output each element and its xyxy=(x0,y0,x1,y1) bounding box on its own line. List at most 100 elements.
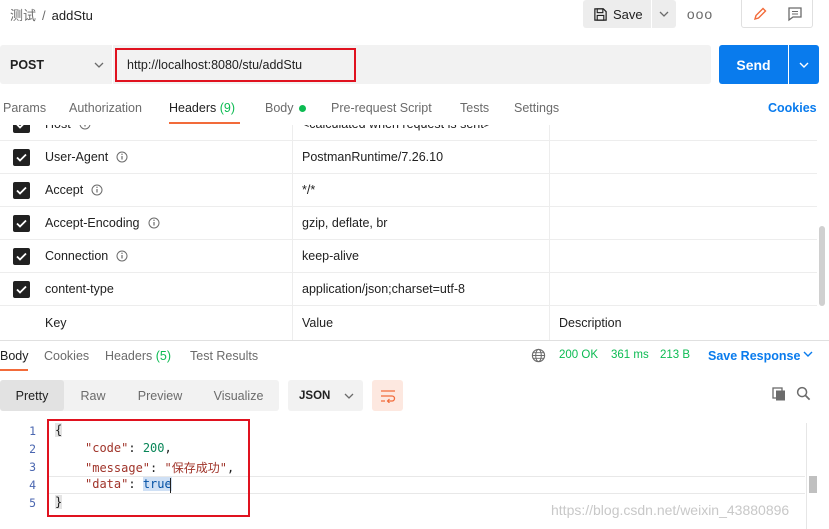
pencil-icon xyxy=(753,7,766,20)
header-key[interactable]: Connection xyxy=(45,249,128,263)
new-value-placeholder[interactable]: Value xyxy=(302,316,333,330)
save-response-button[interactable]: Save Response xyxy=(708,349,800,363)
globe-icon[interactable] xyxy=(531,348,546,363)
new-description-placeholder[interactable]: Description xyxy=(559,316,622,330)
chevron-down-icon[interactable] xyxy=(803,351,813,357)
line-number: 1 xyxy=(29,424,36,438)
request-name[interactable]: addStu xyxy=(52,8,93,23)
tab-tests[interactable]: Tests xyxy=(460,101,489,115)
response-tab-test-results[interactable]: Test Results xyxy=(190,349,258,363)
code-scrollbar-thumb[interactable] xyxy=(809,476,817,493)
view-pretty-button[interactable]: Pretty xyxy=(0,380,64,411)
method-label: POST xyxy=(10,57,45,72)
header-key[interactable]: Accept xyxy=(45,183,103,197)
info-icon[interactable] xyxy=(116,151,128,163)
format-label: JSON xyxy=(299,389,331,402)
check-icon xyxy=(16,285,27,294)
headers-table: Host <calculated when request is sent> Use… xyxy=(0,125,829,340)
view-preview-button[interactable]: Preview xyxy=(122,380,198,411)
header-row[interactable]: Accept */* xyxy=(0,174,817,207)
header-key[interactable]: content-type xyxy=(45,282,114,296)
tab-headers-label: Headers xyxy=(169,101,217,115)
info-icon[interactable] xyxy=(91,184,103,196)
header-checkbox[interactable] xyxy=(13,215,30,232)
view-visualize-button[interactable]: Visualize xyxy=(198,380,279,411)
header-key-text: User-Agent xyxy=(45,150,109,164)
response-tab-cookies[interactable]: Cookies xyxy=(44,349,89,363)
new-key-placeholder[interactable]: Key xyxy=(45,316,67,330)
wrap-icon xyxy=(380,389,395,403)
tab-headers-count: (9) xyxy=(219,101,236,115)
wrap-lines-button[interactable] xyxy=(372,380,403,411)
header-row[interactable]: Connection keep-alive xyxy=(0,240,817,273)
breadcrumb: 测试 / addStu xyxy=(10,5,93,24)
tab-settings[interactable]: Settings xyxy=(514,101,559,115)
header-row[interactable]: User-Agent PostmanRuntime/7.26.10 xyxy=(0,141,817,174)
header-value[interactable]: keep-alive xyxy=(302,249,359,263)
header-checkbox[interactable] xyxy=(13,182,30,199)
chevron-down-icon xyxy=(344,393,354,399)
breadcrumb-parent[interactable]: 测试 xyxy=(10,8,36,23)
header-checkbox[interactable] xyxy=(13,248,30,265)
header-value[interactable]: application/json;charset=utf-8 xyxy=(302,282,465,296)
header-key[interactable]: Host xyxy=(45,125,91,131)
check-icon xyxy=(16,125,24,129)
tab-authorization[interactable]: Authorization xyxy=(69,101,142,115)
line-number: 3 xyxy=(29,460,36,474)
header-checkbox[interactable] xyxy=(13,281,30,298)
header-checkbox[interactable] xyxy=(13,149,30,166)
tab-headers[interactable]: Headers (9) xyxy=(169,101,235,115)
header-row[interactable]: Accept-Encoding gzip, deflate, br xyxy=(0,207,817,240)
url-value: http://localhost:8080/stu/addStu xyxy=(127,58,303,72)
url-input[interactable]: http://localhost:8080/stu/addStu xyxy=(115,48,356,82)
view-raw-button[interactable]: Raw xyxy=(64,380,122,411)
send-dropdown[interactable] xyxy=(789,45,819,84)
save-dropdown[interactable] xyxy=(652,0,676,28)
response-size[interactable]: 213 B xyxy=(660,349,690,361)
send-button[interactable]: Send xyxy=(719,45,788,84)
line-number: 5 xyxy=(29,496,36,510)
status-code[interactable]: 200 OK xyxy=(559,349,598,361)
chevron-down-icon xyxy=(659,11,669,17)
header-checkbox[interactable] xyxy=(13,125,30,133)
cookies-link[interactable]: Cookies xyxy=(768,101,817,115)
comments-button[interactable] xyxy=(778,0,812,27)
chevron-down-icon xyxy=(799,62,809,68)
info-icon[interactable] xyxy=(148,217,160,229)
header-key-text: Connection xyxy=(45,249,109,263)
header-key[interactable]: User-Agent xyxy=(45,150,128,164)
header-value[interactable]: gzip, deflate, br xyxy=(302,216,387,230)
copy-icon[interactable] xyxy=(771,386,787,402)
header-value[interactable]: <calculated when request is sent> xyxy=(302,125,491,131)
header-new-row[interactable]: Key Value Description xyxy=(0,307,817,340)
header-value[interactable]: */* xyxy=(302,183,315,197)
response-headers-count: (5) xyxy=(155,349,172,363)
format-select[interactable]: JSON xyxy=(288,380,363,411)
response-tab-headers[interactable]: Headers (5) xyxy=(105,349,171,363)
save-button[interactable]: Save xyxy=(583,0,651,28)
edit-docs-button[interactable] xyxy=(742,0,777,27)
tab-body[interactable]: Body xyxy=(265,101,294,115)
active-tab-indicator xyxy=(169,122,240,124)
header-row[interactable]: Host <calculated when request is sent> xyxy=(0,125,817,141)
response-tab-body[interactable]: Body xyxy=(0,349,29,363)
headers-scrollbar[interactable] xyxy=(819,226,825,306)
body-modified-dot xyxy=(299,105,306,112)
header-key-text: Accept-Encoding xyxy=(45,216,140,230)
response-time[interactable]: 361 ms xyxy=(611,349,649,361)
tab-prerequest-script[interactable]: Pre-request Script xyxy=(331,101,432,115)
search-icon[interactable] xyxy=(796,386,811,401)
header-key-text: Accept xyxy=(45,183,84,197)
header-key-text: content-type xyxy=(45,282,114,296)
header-value[interactable]: PostmanRuntime/7.26.10 xyxy=(302,150,443,164)
method-select[interactable]: POST xyxy=(0,45,112,84)
breadcrumb-separator: / xyxy=(42,8,46,23)
tab-params[interactable]: Params xyxy=(3,101,46,115)
info-icon[interactable] xyxy=(116,250,128,262)
chevron-down-icon xyxy=(94,62,104,68)
header-row[interactable]: content-type application/json;charset=utf… xyxy=(0,273,817,306)
comment-icon xyxy=(788,6,802,21)
more-actions-button[interactable]: ooo xyxy=(686,4,714,24)
info-icon[interactable] xyxy=(79,125,91,130)
header-key[interactable]: Accept-Encoding xyxy=(45,216,160,230)
